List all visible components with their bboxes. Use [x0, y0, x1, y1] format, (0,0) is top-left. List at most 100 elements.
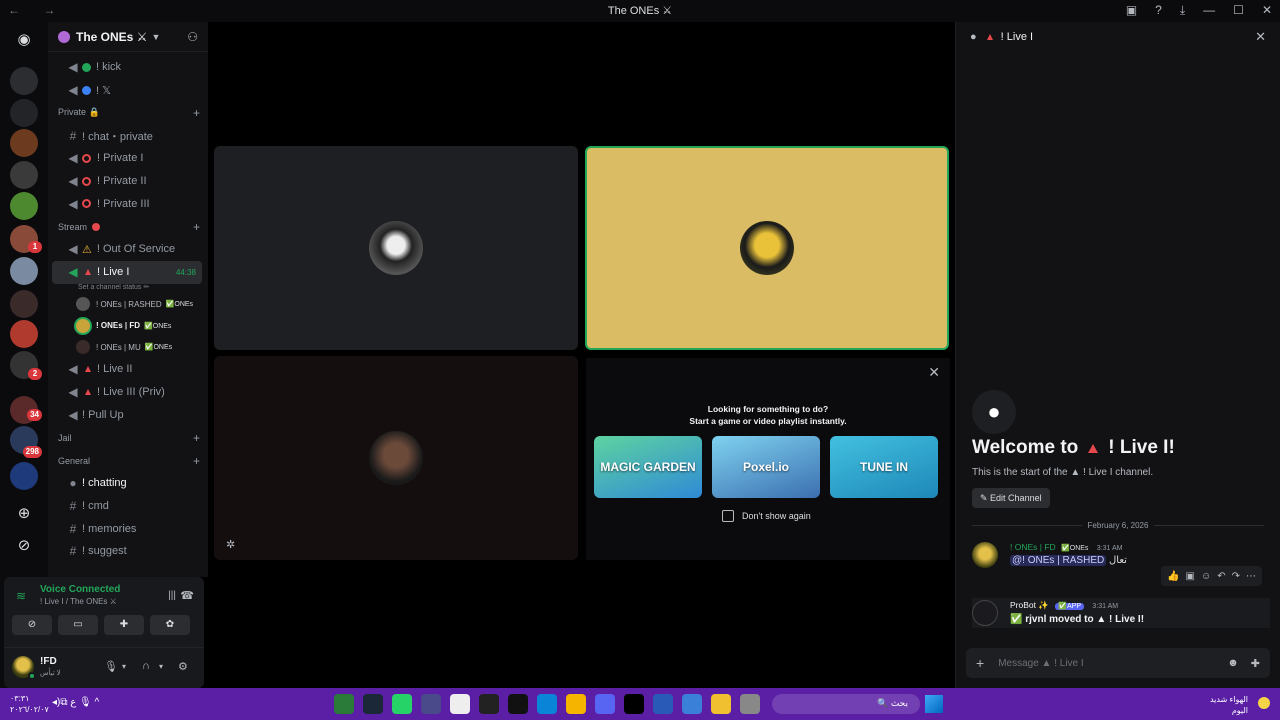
server-icon[interactable] — [10, 257, 38, 285]
channel-suggest[interactable]: # ! suggest — [52, 540, 202, 563]
minimize-button[interactable]: — — [1203, 3, 1215, 18]
forward-icon[interactable]: ↷ — [1232, 571, 1240, 582]
activities-button[interactable]: ✚ — [104, 615, 144, 635]
channel-private-3[interactable]: ◀ ! Private III — [52, 192, 202, 215]
emoji-icon[interactable]: ☻ — [1227, 657, 1239, 669]
voice-status[interactable]: Voice Connected — [40, 584, 120, 595]
voice-user[interactable]: ! ONEs | RASHED ✅ONEs — [48, 294, 208, 316]
apps-icon[interactable]: ✚ — [1251, 657, 1260, 670]
channel-status[interactable]: Set a channel status ✏ — [48, 284, 208, 294]
signal-icon[interactable]: ≋ — [16, 589, 26, 603]
channel-cmd[interactable]: # ! cmd — [52, 495, 202, 518]
system-tray[interactable]: ◂)⧉ ع 🎙 ^ — [52, 697, 99, 708]
whatsapp-icon[interactable] — [392, 694, 412, 714]
channel-x[interactable]: ◀ ! 𝕏 — [52, 79, 202, 102]
thumbs-up-icon[interactable]: 👍 — [1167, 571, 1179, 582]
message-author[interactable]: ! ONEs | FD ✅ONEs 3:31 AM — [1010, 542, 1122, 552]
settings-app-icon[interactable] — [421, 694, 441, 714]
channel-chatting[interactable]: ● ! chatting — [52, 472, 202, 495]
channel-memories[interactable]: # ! memories — [52, 517, 202, 540]
obs-icon[interactable] — [508, 694, 528, 714]
category-stream[interactable]: Stream + — [48, 215, 200, 238]
close-icon[interactable]: ✕ — [928, 364, 940, 381]
taskbar-search[interactable]: 🔍 بحث — [772, 694, 920, 714]
edge-icon[interactable] — [537, 694, 557, 714]
server-icon[interactable] — [10, 462, 38, 490]
category-general[interactable]: General + — [48, 449, 200, 472]
chevron-down-icon[interactable]: ▾ — [122, 662, 126, 671]
close-window-button[interactable]: ✕ — [1262, 3, 1272, 18]
add-channel-icon[interactable]: + — [193, 220, 200, 234]
disconnect-icon[interactable]: ☎ — [180, 589, 194, 602]
server-header[interactable]: The ONEs ⚔ ▼ ⚇ — [48, 22, 208, 52]
epic-games-icon[interactable] — [479, 694, 499, 714]
add-server-icon[interactable]: ⊕ — [12, 502, 36, 526]
reaction-icon[interactable]: ▣ — [1186, 571, 1195, 582]
server-icon[interactable] — [10, 99, 38, 127]
channel-live-3[interactable]: ◀ ! Live III (Priv) — [52, 381, 202, 404]
username[interactable]: !FD — [40, 656, 57, 667]
download-icon[interactable]: ⤓ — [1180, 3, 1185, 18]
video-tile-speaking[interactable] — [585, 146, 949, 350]
server-icon[interactable] — [10, 290, 38, 318]
system-clock[interactable]: ٠٣:٣١ ٢٠٢٦/٠٢/٠٧ — [10, 693, 49, 715]
voice-user[interactable]: ! ONEs | FD ✅ONEs — [48, 315, 208, 337]
server-icon[interactable] — [10, 161, 38, 189]
channel-private-2[interactable]: ◀ ! Private II — [52, 170, 202, 193]
windows-start-icon[interactable] — [925, 695, 943, 713]
settings-gear-icon[interactable]: ⚙ — [178, 660, 188, 673]
shield-app-icon[interactable] — [682, 694, 702, 714]
server-icon[interactable] — [10, 320, 38, 348]
video-tile[interactable] — [214, 356, 578, 560]
headphones-icon[interactable]: ∩ — [142, 660, 150, 672]
battlenet-icon[interactable] — [653, 694, 673, 714]
file-explorer-icon[interactable] — [711, 694, 731, 714]
message-author[interactable]: ProBot ✨ ✅APP 3:31 AM — [1010, 600, 1118, 611]
add-channel-icon[interactable]: + — [193, 106, 200, 120]
edit-channel-button[interactable]: ✎ Edit Channel — [972, 488, 1050, 508]
avatar[interactable] — [972, 542, 998, 568]
attach-plus-icon[interactable]: + — [976, 655, 984, 671]
noise-suppression-icon[interactable]: ||| — [168, 590, 176, 601]
activity-card[interactable]: TUNE IN — [830, 436, 938, 498]
chrome-icon[interactable] — [566, 694, 586, 714]
add-reaction-icon[interactable]: ☺ — [1201, 571, 1211, 582]
discord-icon[interactable] — [595, 694, 615, 714]
taskbar-app-icon[interactable] — [740, 694, 760, 714]
steam-icon[interactable] — [363, 694, 383, 714]
avatar[interactable] — [972, 600, 998, 626]
voice-channel-path[interactable]: ! Live I / The ONEs ⚔ — [40, 597, 117, 606]
reply-icon[interactable]: ↶ — [1217, 571, 1225, 582]
category-private[interactable]: Private 🔒 + — [48, 101, 200, 124]
microphone-icon[interactable]: 🎙 — [104, 660, 118, 673]
category-jail[interactable]: Jail + — [48, 426, 200, 449]
channel-out-of-service[interactable]: ◀ ⚠ ! Out Of Service — [52, 238, 202, 261]
camera-off-button[interactable]: ⊘ — [12, 615, 52, 635]
weather-widget[interactable]: الهواء شديد اليوم — [1210, 694, 1248, 716]
channel-private-1[interactable]: ◀ ! Private I — [52, 147, 202, 170]
activity-card[interactable]: MAGIC GARDEN — [594, 436, 702, 498]
channel-pull-up[interactable]: ◀ ! Pull Up — [52, 403, 202, 426]
chevron-down-icon[interactable]: ▾ — [159, 662, 163, 671]
activity-card[interactable]: Poxel.io — [712, 436, 820, 498]
store-icon[interactable] — [450, 694, 470, 714]
user-mention[interactable]: @! ONEs | RASHED — [1010, 555, 1107, 566]
discord-home-icon[interactable]: ◉ — [12, 28, 36, 52]
checkbox[interactable] — [722, 510, 734, 522]
channel-live-1[interactable]: ◀ ! Live I 44:38 — [52, 260, 202, 284]
taskbar-app-icon[interactable] — [334, 694, 354, 714]
invite-people-icon[interactable]: ⚇ — [187, 30, 198, 44]
call-of-duty-icon[interactable] — [624, 694, 644, 714]
help-icon[interactable]: ? — [1155, 3, 1162, 18]
inbox-icon[interactable]: ▣ — [1126, 3, 1137, 18]
voice-user[interactable]: ! ONEs | MU ✅ONEs — [48, 337, 208, 359]
channel-chat-private[interactable]: # ! chat・private — [52, 124, 202, 147]
chat-message[interactable]: ProBot ✨ ✅APP 3:31 AM ✅ rjvnl moved to ▲… — [972, 598, 1270, 628]
channel-live-2[interactable]: ◀ ! Live II — [52, 358, 202, 381]
add-channel-icon[interactable]: + — [193, 454, 200, 468]
server-icon[interactable] — [10, 129, 38, 157]
server-icon[interactable] — [10, 192, 38, 220]
maximize-button[interactable]: ☐ — [1233, 3, 1244, 18]
close-chat-icon[interactable]: ✕ — [1255, 29, 1266, 45]
add-channel-icon[interactable]: + — [193, 431, 200, 445]
